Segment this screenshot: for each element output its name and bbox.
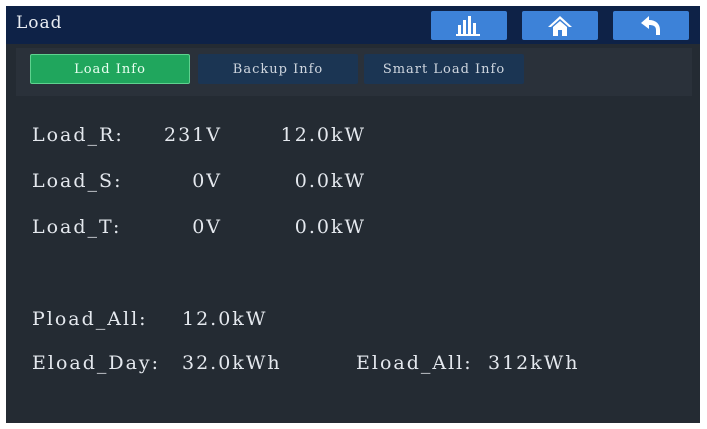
tab-load-info[interactable]: Load Info xyxy=(30,54,190,84)
tab-bar: Load Info Backup Info Smart Load Info xyxy=(16,48,692,96)
eload-day-value: 32.0kWh xyxy=(182,352,282,374)
back-arrow-icon xyxy=(640,15,662,36)
load-t-power: 0.0kW xyxy=(294,216,366,238)
tab-label: Load Info xyxy=(74,61,146,77)
tab-backup-info[interactable]: Backup Info xyxy=(198,54,358,84)
title-bar: Load xyxy=(6,6,700,44)
bar-chart-icon xyxy=(456,15,482,36)
eload-all-value: 312kWh xyxy=(488,352,580,374)
load-t-label: Load_T: xyxy=(32,216,122,238)
tab-label: Smart Load Info xyxy=(382,61,506,77)
eload-day-label: Eload_Day: xyxy=(32,352,161,374)
statistics-button[interactable] xyxy=(431,11,507,40)
load-s-label: Load_S: xyxy=(32,170,123,192)
load-s-power: 0.0kW xyxy=(294,170,366,192)
eload-all-label: Eload_All: xyxy=(356,352,473,374)
load-t-voltage: 0V xyxy=(192,216,222,238)
pload-all-value: 12.0kW xyxy=(182,308,268,330)
load-s-voltage: 0V xyxy=(192,170,222,192)
home-icon xyxy=(547,15,573,37)
tab-label: Backup Info xyxy=(232,61,324,77)
load-r-label: Load_R: xyxy=(32,124,124,146)
pload-all-label: Pload_All: xyxy=(32,308,148,330)
load-r-power: 12.0kW xyxy=(280,124,366,146)
back-button[interactable] xyxy=(613,11,689,40)
load-screen: Load Load Info Backup Info Smart Load In… xyxy=(6,6,700,423)
home-button[interactable] xyxy=(522,11,598,40)
tab-smart-load-info[interactable]: Smart Load Info xyxy=(364,54,524,84)
page-title: Load xyxy=(16,13,63,33)
load-r-voltage: 231V xyxy=(164,124,222,146)
